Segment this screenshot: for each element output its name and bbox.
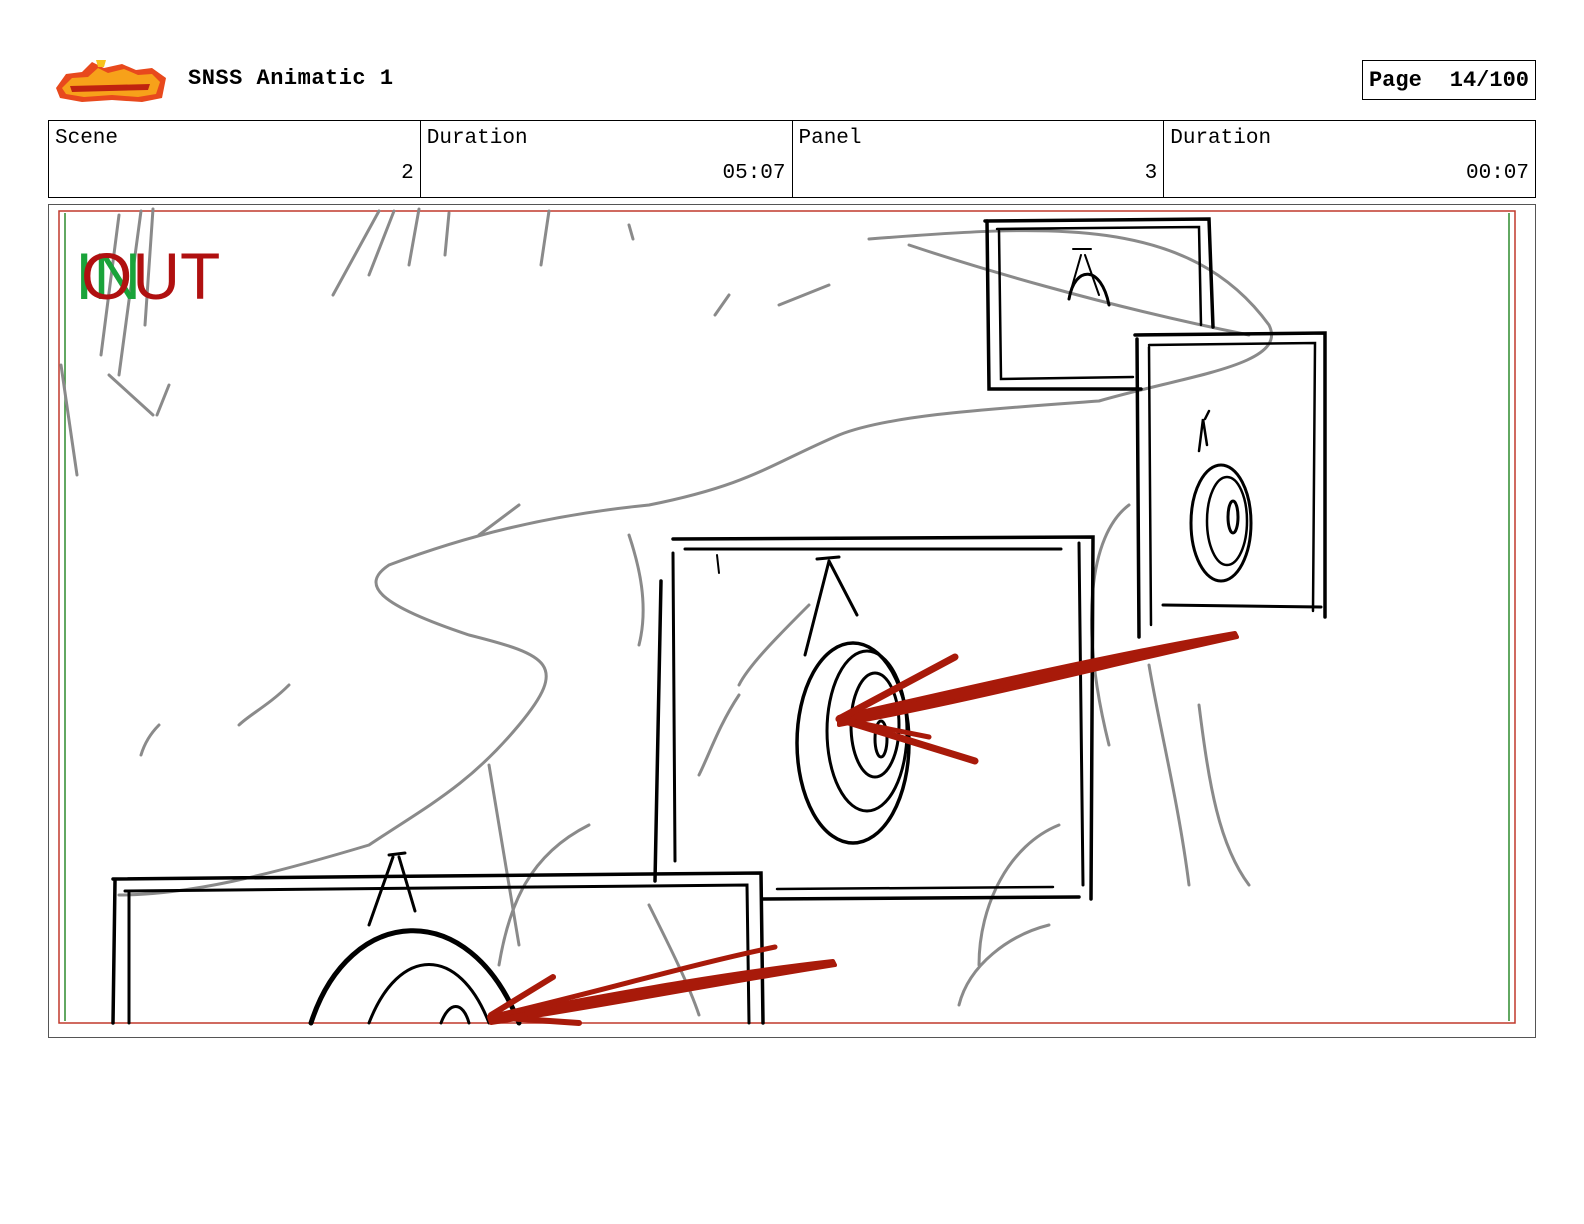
panel-duration-label: Duration bbox=[1170, 127, 1272, 150]
shot-info-table: Scene 2 Duration 05:07 Panel 3 Duration … bbox=[48, 120, 1536, 198]
panel-duration-value: 00:07 bbox=[1465, 162, 1529, 185]
scene-duration-cell: Duration 05:07 bbox=[421, 121, 793, 197]
scene-duration-label: Duration bbox=[426, 127, 528, 150]
page-label: Page bbox=[1368, 67, 1422, 93]
scene-duration-value: 05:07 bbox=[722, 162, 786, 185]
storyboard-title: SNSS Animatic 1 bbox=[188, 66, 394, 91]
target-boards bbox=[111, 217, 1327, 1026]
storyboard-panel-frame: IN OUT bbox=[48, 204, 1536, 1038]
panel-label: Panel bbox=[798, 127, 862, 150]
out-marker: OUT bbox=[81, 239, 220, 313]
page-header: SNSS Animatic 1 Page 14/100 bbox=[48, 56, 1536, 106]
motion-arrows bbox=[487, 631, 1239, 1026]
panel-duration-cell: Duration 00:07 bbox=[1164, 121, 1535, 197]
scene-value: 2 bbox=[401, 162, 414, 185]
page-indicator: Page 14/100 bbox=[1361, 60, 1536, 100]
scene-label: Scene bbox=[55, 127, 119, 150]
storyboard-sketch: IN OUT bbox=[58, 207, 1516, 1026]
panel-cell: Panel 3 bbox=[793, 121, 1165, 197]
show-logo-icon bbox=[56, 60, 166, 102]
scene-cell: Scene 2 bbox=[49, 121, 421, 197]
panel-value: 3 bbox=[1144, 162, 1158, 185]
page-number: 14/100 bbox=[1449, 67, 1529, 93]
